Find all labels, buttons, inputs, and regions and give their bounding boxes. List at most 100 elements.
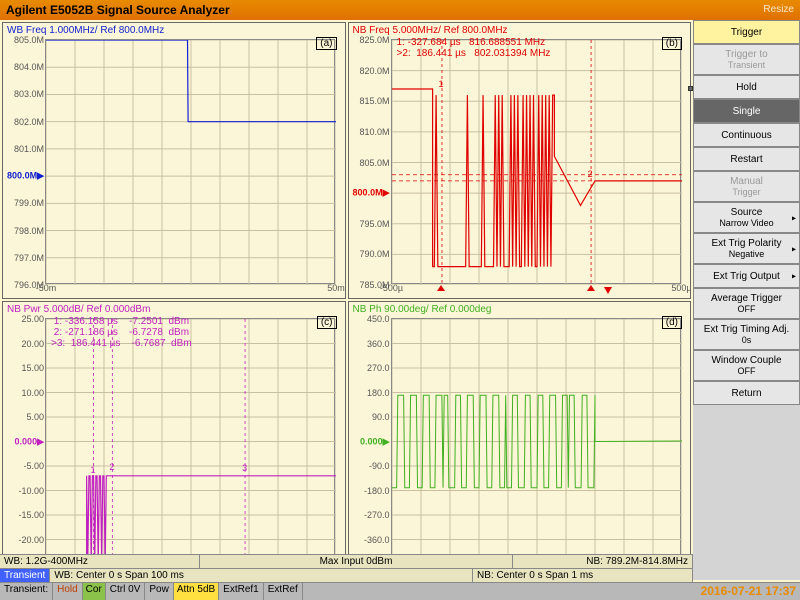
- panel-title: NB Pwr 5.000dB/ Ref 0.000dBm: [7, 304, 150, 315]
- status-row-1: WB: 1.2G-400MHz Max Input 0dBm NB: 789.2…: [0, 554, 693, 568]
- status3-transient: Transient:: [0, 583, 53, 600]
- panel-a[interactable]: WB Freq 1.000MHz/ Ref 800.0MHz(a)805.0M8…: [2, 22, 346, 299]
- y-tick: -90.0: [369, 461, 392, 471]
- chevron-right-icon: ▸: [792, 272, 796, 281]
- y-tick: 820.0M: [359, 66, 391, 76]
- y-tick: -15.00: [18, 510, 46, 520]
- y-tick: 15.00: [21, 363, 46, 373]
- panel-b[interactable]: NB Freq 5.000MHz/ Ref 800.0MHz (b) 1: -327…: [348, 22, 692, 299]
- status-wb: WB: 1.2G-400MHz: [0, 555, 200, 568]
- y-tick: 797.0M: [14, 253, 46, 263]
- y-tick: 798.0M: [14, 226, 46, 236]
- y-tick: 90.0: [372, 412, 392, 422]
- chart-area[interactable]: 805.0M804.0M803.0M802.0M801.0M800.0M▶799…: [45, 39, 335, 284]
- sidebar-ext-trig-output[interactable]: Ext Trig Output▸: [693, 264, 800, 288]
- y-tick: 5.00: [26, 412, 46, 422]
- plot-grid: WB Freq 1.000MHz/ Ref 800.0MHz(a)805.0M8…: [0, 20, 693, 580]
- sidebar-restart[interactable]: Restart: [693, 147, 800, 171]
- y-tick: 800.0M▶: [353, 188, 392, 199]
- sidebar-window-couple[interactable]: Window CoupleOFF: [693, 350, 800, 381]
- status-nb: NB: 789.2M-814.8MHz: [513, 555, 693, 568]
- status3-hold: Hold: [53, 583, 83, 600]
- panel-title: WB Freq 1.000MHz/ Ref 800.0MHz: [7, 25, 164, 36]
- timestamp: 2016-07-21 17:37: [701, 584, 796, 598]
- marker-label: 3: [242, 463, 247, 473]
- y-tick: 815.0M: [359, 96, 391, 106]
- y-tick: -5.00: [23, 461, 46, 471]
- y-tick: 10.00: [21, 388, 46, 398]
- y-tick: 810.0M: [359, 127, 391, 137]
- marker-label: 1: [438, 79, 443, 89]
- sidebar-source[interactable]: SourceNarrow Video▸: [693, 202, 800, 233]
- y-tick: 795.0M: [359, 219, 391, 229]
- panel-letter: (b): [662, 37, 682, 50]
- y-tick: 825.0M: [359, 35, 391, 45]
- y-tick: 790.0M: [359, 249, 391, 259]
- status3-pow: Pow: [145, 583, 173, 600]
- y-tick: 804.0M: [14, 62, 46, 72]
- panel-c[interactable]: NB Pwr 5.000dB/ Ref 0.000dBm (c) 1: -336.…: [2, 301, 346, 578]
- y-tick: -270.0: [364, 510, 392, 520]
- y-tick: 805.0M: [14, 35, 46, 45]
- x-tick: 50m: [327, 283, 345, 293]
- status-row-2: Transient WB: Center 0 s Span 100 ms NB:…: [0, 568, 693, 582]
- y-tick: 0.000▶: [15, 436, 46, 447]
- y-tick: 0.000▶: [360, 436, 391, 447]
- marker-label: 1: [91, 465, 96, 475]
- y-tick: 800.0M▶: [7, 171, 46, 182]
- status-maxinput: Max Input 0dBm: [200, 555, 513, 568]
- resize-label[interactable]: Resize: [763, 0, 794, 20]
- chart-area[interactable]: 825.0M820.0M815.0M810.0M805.0M800.0M▶795…: [391, 39, 681, 284]
- status-nb-span: NB: Center 0 s Span 1 ms: [473, 569, 693, 582]
- x-tick: -500µ: [380, 283, 403, 293]
- y-tick: -180.0: [364, 486, 392, 496]
- x-tick: 500µ: [671, 283, 691, 293]
- chart-area[interactable]: 25.0020.0015.0010.005.000.000▶-5.00-10.0…: [45, 318, 335, 563]
- y-tick: -360.0: [364, 535, 392, 545]
- panel-letter: (c): [317, 316, 337, 329]
- y-tick: 270.0: [367, 363, 392, 373]
- sidebar-average-trigger[interactable]: Average TriggerOFF: [693, 288, 800, 319]
- sidebar-ext-trig-polarity[interactable]: Ext Trig PolarityNegative▸: [693, 233, 800, 264]
- status3-extref2: ExtRef: [264, 583, 303, 600]
- status3-extref1: ExtRef1: [219, 583, 264, 600]
- y-tick: 802.0M: [14, 117, 46, 127]
- panel-letter: (a): [316, 37, 336, 50]
- y-tick: 805.0M: [359, 158, 391, 168]
- y-tick: 180.0: [367, 388, 392, 398]
- sidebar-single[interactable]: Single: [693, 99, 800, 123]
- active-dot-icon: [688, 86, 693, 91]
- y-tick: -10.00: [18, 486, 46, 496]
- chevron-right-icon: ▸: [792, 213, 796, 222]
- y-tick: 360.0: [367, 339, 392, 349]
- x-tick: -50m: [36, 283, 57, 293]
- titlebar: Agilent E5052B Signal Source Analyzer Re…: [0, 0, 800, 20]
- sidebar-ext-trig-timing-adj-[interactable]: Ext Trig Timing Adj.0s: [693, 319, 800, 350]
- app-title: Agilent E5052B Signal Source Analyzer: [6, 0, 230, 20]
- marker-1[interactable]: [437, 285, 445, 291]
- y-tick: 803.0M: [14, 89, 46, 99]
- status3-ctrl: Ctrl 0V: [106, 583, 146, 600]
- y-tick: 799.0M: [14, 198, 46, 208]
- status-wb-span: WB: Center 0 s Span 100 ms: [50, 569, 473, 582]
- y-tick: 801.0M: [14, 144, 46, 154]
- chart-area[interactable]: 450.0360.0270.0180.090.00.000▶-90.0-180.…: [391, 318, 681, 563]
- sidebar-return[interactable]: Return: [693, 381, 800, 405]
- status-transient-tag[interactable]: Transient: [0, 569, 50, 582]
- sidebar-trigger[interactable]: Trigger: [693, 20, 800, 44]
- marker-readout: 1: -336.158 µs -7.2501 dBm 2: -271.186 µ…: [51, 316, 192, 349]
- panel-letter: (d): [662, 316, 682, 329]
- panel-d[interactable]: NB Ph 90.00deg/ Ref 0.000deg(d)450.0360.…: [348, 301, 692, 578]
- marker-label: 2: [109, 462, 114, 472]
- sidebar-trigger-to: Trigger toTransient: [693, 44, 800, 75]
- marker-2[interactable]: [587, 285, 595, 291]
- status-row-3: Transient: Hold Cor Ctrl 0V Pow Attn 5dB…: [0, 582, 800, 600]
- panel-title: NB Freq 5.000MHz/ Ref 800.0MHz: [353, 25, 508, 36]
- sidebar-continuous[interactable]: Continuous: [693, 123, 800, 147]
- sidebar-hold[interactable]: Hold: [693, 75, 800, 99]
- chevron-right-icon: ▸: [792, 244, 796, 253]
- marker-readout: 1: -327.684 µs 816.688551 MHz>2: 186.441…: [397, 37, 551, 59]
- range-indicator-icon: [604, 287, 612, 294]
- marker-label: 2: [588, 169, 593, 179]
- sidebar: TriggerTrigger toTransientHoldSingleCont…: [693, 20, 800, 580]
